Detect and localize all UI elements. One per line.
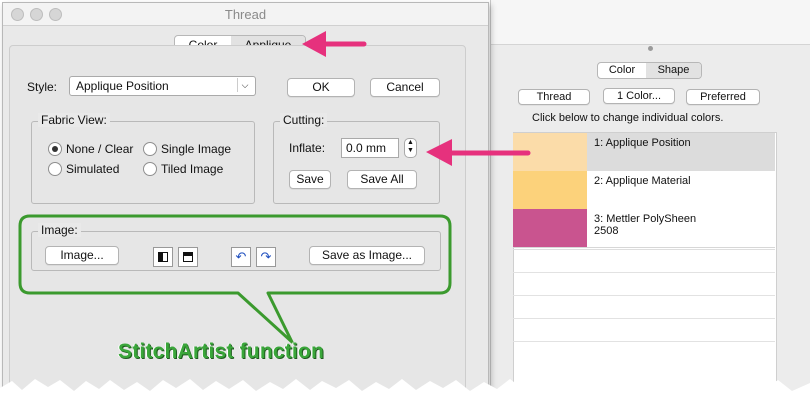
stitchartist-function-caption: StitchArtist function xyxy=(118,340,325,363)
arrow-to-inflate-stepper xyxy=(426,139,531,166)
callout-outline xyxy=(18,214,452,344)
arrow-to-applique-tab xyxy=(302,31,367,57)
torn-edge xyxy=(0,379,810,415)
